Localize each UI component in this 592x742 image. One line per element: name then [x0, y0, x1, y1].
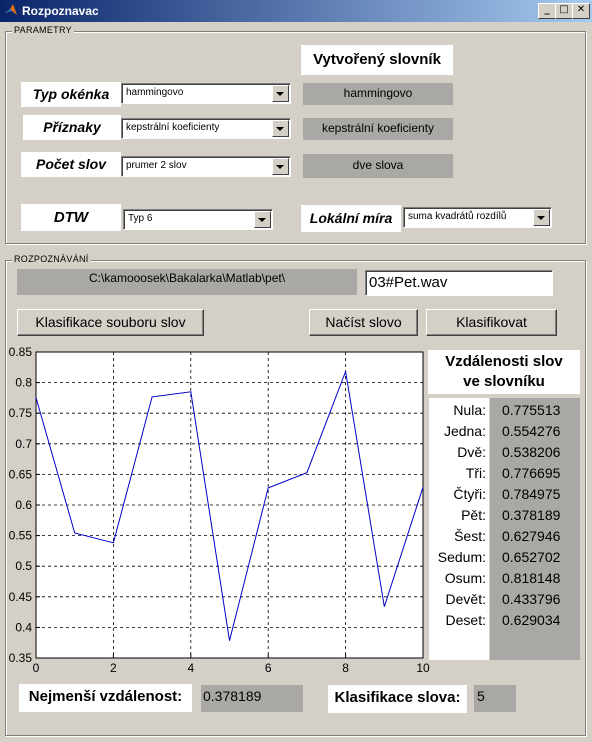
word-value: 0.554276 [502, 423, 561, 439]
x-tick-label: 6 [265, 661, 272, 675]
word-name: Devět: [445, 591, 486, 607]
lokalni-mira-value: suma kvadrátů rozdílů [408, 211, 507, 222]
vzdalenosti-title-line1: Vzdálenosti slov [445, 353, 563, 370]
word-value: 0.433796 [502, 591, 561, 607]
maximize-button[interactable]: □ [555, 3, 573, 19]
chevron-down-icon[interactable] [272, 158, 289, 175]
word-row: Dvě: 0.538206 [429, 442, 580, 463]
word-name: Nula: [453, 402, 486, 418]
word-value: 0.775513 [502, 402, 561, 418]
word-row: Jedna: 0.554276 [429, 421, 580, 442]
word-value: 0.629034 [502, 612, 561, 628]
slovnik-typ-okenka: hammingovo [303, 83, 453, 105]
dtw-label: DTW [21, 204, 121, 231]
word-name: Tři: [465, 465, 486, 481]
word-name: Osum: [444, 570, 486, 586]
word-value: 0.538206 [502, 444, 561, 460]
word-row: Sedum: 0.652702 [429, 547, 580, 568]
x-tick-label: 0 [33, 661, 40, 675]
word-row: Čtyři: 0.784975 [429, 484, 580, 505]
nacist-slovo-button[interactable]: Načíst slovo [309, 309, 418, 336]
x-tick-label: 10 [416, 661, 430, 675]
chevron-down-icon[interactable] [272, 85, 289, 102]
klasifikace-souboru-button[interactable]: Klasifikace souboru slov [17, 309, 204, 336]
vzdalenosti-title: Vzdálenosti slov ve slovníku [428, 350, 580, 394]
rozpoznavani-title: ROZPOZNÁVÁNÍ [12, 254, 91, 264]
nejmensi-value: 0.378189 [201, 685, 303, 712]
word-name: Jedna: [443, 423, 486, 439]
y-axis: 0.35 0.4 0.45 0.5 0.55 0.6 0.65 0.7 0.75 0.8 0.85 [9, 345, 40, 665]
slovnik-priznaky: kepstrální koeficienty [303, 118, 453, 140]
dtw-value: Typ 6 [128, 213, 153, 224]
chevron-down-icon[interactable] [272, 120, 289, 137]
y-tick-label: 0.55 [9, 529, 33, 543]
word-name: Dvě: [457, 444, 486, 460]
matlab-icon [5, 4, 17, 15]
klasifikace-value: 5 [474, 685, 516, 712]
word-value: 0.378189 [502, 507, 561, 523]
filename-field[interactable]: 03#Pet.wav [365, 270, 553, 296]
word-row: Pět: 0.378189 [429, 505, 580, 526]
word-name: Čtyři: [453, 486, 486, 502]
slovnik-title: Vytvořený slovník [301, 45, 453, 75]
word-row: Devět: 0.433796 [429, 589, 580, 610]
distance-chart: 0.350.40.450.50.550.60.650.70.750.80.85 … [9, 345, 430, 675]
pocet-slov-select[interactable]: prumer 2 slov [121, 156, 291, 177]
y-tick-label: 0.6 [15, 498, 32, 512]
word-value: 0.818148 [502, 570, 561, 586]
window-title: Rozpoznavac [22, 4, 99, 18]
slovnik-pocet-slov: dve slova [303, 154, 453, 178]
y-tick-label: 0.4 [15, 620, 32, 634]
word-list: Nula: 0.775513 Jedna: 0.554276 Dvě: 0.538206 T… [429, 400, 580, 658]
chevron-down-icon[interactable] [254, 211, 271, 228]
word-name: Pět: [461, 507, 486, 523]
y-tick-label: 0.85 [9, 345, 33, 359]
chevron-down-icon[interactable] [533, 209, 550, 226]
word-value: 0.776695 [502, 465, 561, 481]
x-tick-label: 8 [342, 661, 349, 675]
title-bar: Rozpoznavac _ □ ✕ [0, 0, 592, 22]
word-row: Deset: 0.629034 [429, 610, 580, 631]
word-value: 0.652702 [502, 549, 561, 565]
minimize-button[interactable]: _ [538, 3, 556, 19]
klasifikace-label: Klasifikace slova: [328, 685, 467, 713]
y-tick-label: 0.5 [15, 559, 32, 573]
y-tick-label: 0.8 [15, 376, 32, 390]
lokalni-mira-select[interactable]: suma kvadrátů rozdílů [403, 207, 552, 228]
word-name: Deset: [445, 612, 486, 628]
nejmensi-label: Nejmenší vzdálenost: [19, 684, 192, 712]
y-tick-label: 0.45 [9, 590, 33, 604]
y-tick-label: 0.65 [9, 467, 33, 481]
word-name: Sedum: [437, 549, 486, 565]
y-tick-label: 0.75 [9, 406, 33, 420]
word-row: Šest: 0.627946 [429, 526, 580, 547]
y-tick-label: 0.35 [9, 651, 33, 665]
pocet-slov-value: prumer 2 slov [126, 160, 187, 171]
priznaky-select[interactable]: kepstrální koeficienty [121, 118, 291, 139]
vzdalenosti-title-line2: ve slovníku [463, 373, 545, 390]
word-value: 0.784975 [502, 486, 561, 502]
klasifikovat-button[interactable]: Klasifikovat [426, 309, 557, 336]
word-row: Osum: 0.818148 [429, 568, 580, 589]
close-button[interactable]: ✕ [572, 3, 590, 19]
typ-okenka-label: Typ okénka [21, 82, 121, 107]
priznaky-value: kepstrální koeficienty [126, 122, 220, 133]
x-tick-label: 4 [187, 661, 194, 675]
word-value: 0.627946 [502, 528, 561, 544]
parametry-title: PARAMETRY [12, 25, 74, 35]
x-tick-label: 2 [110, 661, 117, 675]
word-row: Nula: 0.775513 [429, 400, 580, 421]
typ-okenka-select[interactable]: hammingovo [121, 83, 291, 104]
pocet-slov-label: Počet slov [21, 152, 121, 177]
word-row: Tři: 0.776695 [429, 463, 580, 484]
lokalni-mira-label: Lokální míra [301, 205, 401, 232]
word-name: Šest: [454, 528, 486, 544]
priznaky-label: Příznaky [23, 115, 121, 140]
path-display: C:\kamooosek\Bakalarka\Matlab\pet\ [17, 269, 357, 295]
y-tick-label: 0.7 [15, 437, 32, 451]
dtw-select[interactable]: Typ 6 [123, 209, 273, 230]
typ-okenka-value: hammingovo [126, 87, 184, 98]
